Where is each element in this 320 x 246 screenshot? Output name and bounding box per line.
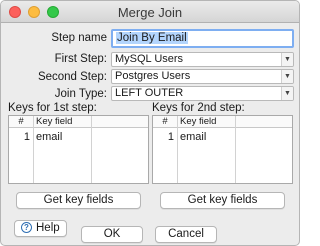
key-field-cell[interactable]: email [180, 131, 206, 143]
keys-first-label: Keys for 1st step: [8, 102, 97, 114]
table-header: # Key field [153, 116, 292, 128]
merge-join-dialog: Merge Join Step name Join By Email First… [0, 0, 300, 246]
dropdown-arrow-icon: ▼ [281, 70, 293, 83]
help-label: Help [36, 222, 60, 234]
column-header-key-field[interactable]: Key field [180, 116, 216, 128]
second-step-label: Second Step: [37, 71, 107, 83]
help-button[interactable]: ? Help [14, 220, 67, 237]
first-step-value: MySQL Users [115, 53, 184, 65]
step-name-label: Step name [51, 32, 107, 44]
keys-second-label: Keys for 2nd step: [152, 102, 245, 114]
step-name-input[interactable]: Join By Email [111, 29, 294, 48]
window-title: Merge Join [117, 5, 183, 20]
second-step-select[interactable]: Postgres Users ▼ [111, 69, 294, 84]
help-icon: ? [21, 222, 32, 234]
key-field-cell[interactable]: email [36, 131, 62, 143]
first-step-label: First Step: [54, 53, 107, 65]
column-divider [33, 116, 34, 183]
keys-second-table[interactable]: # Key field 1 email [152, 115, 293, 184]
step-name-value: Join By Email [116, 32, 188, 44]
column-header-number[interactable]: # [9, 116, 33, 128]
keys-first-table[interactable]: # Key field 1 email [8, 115, 149, 184]
first-step-select[interactable]: MySQL Users ▼ [111, 52, 294, 67]
table-header: # Key field [9, 116, 148, 128]
join-type-label: Join Type: [54, 88, 107, 100]
join-type-select[interactable]: LEFT OUTER ▼ [111, 86, 294, 101]
ok-button[interactable]: OK [81, 226, 143, 243]
column-header-key-field[interactable]: Key field [36, 116, 72, 128]
second-step-value: Postgres Users [115, 70, 191, 82]
get-key-fields-second-button[interactable]: Get key fields [160, 192, 285, 209]
join-type-value: LEFT OUTER [115, 87, 184, 99]
get-key-fields-first-button[interactable]: Get key fields [16, 192, 141, 209]
column-divider [177, 116, 178, 183]
row-number: 1 [167, 131, 174, 143]
column-divider [235, 116, 236, 183]
cancel-button[interactable]: Cancel [155, 226, 217, 243]
dropdown-arrow-icon: ▼ [281, 87, 293, 100]
dropdown-arrow-icon: ▼ [281, 53, 293, 66]
column-header-number[interactable]: # [153, 116, 177, 128]
row-number: 1 [23, 131, 30, 143]
column-divider [91, 116, 92, 183]
title-bar: Merge Join [1, 1, 299, 23]
